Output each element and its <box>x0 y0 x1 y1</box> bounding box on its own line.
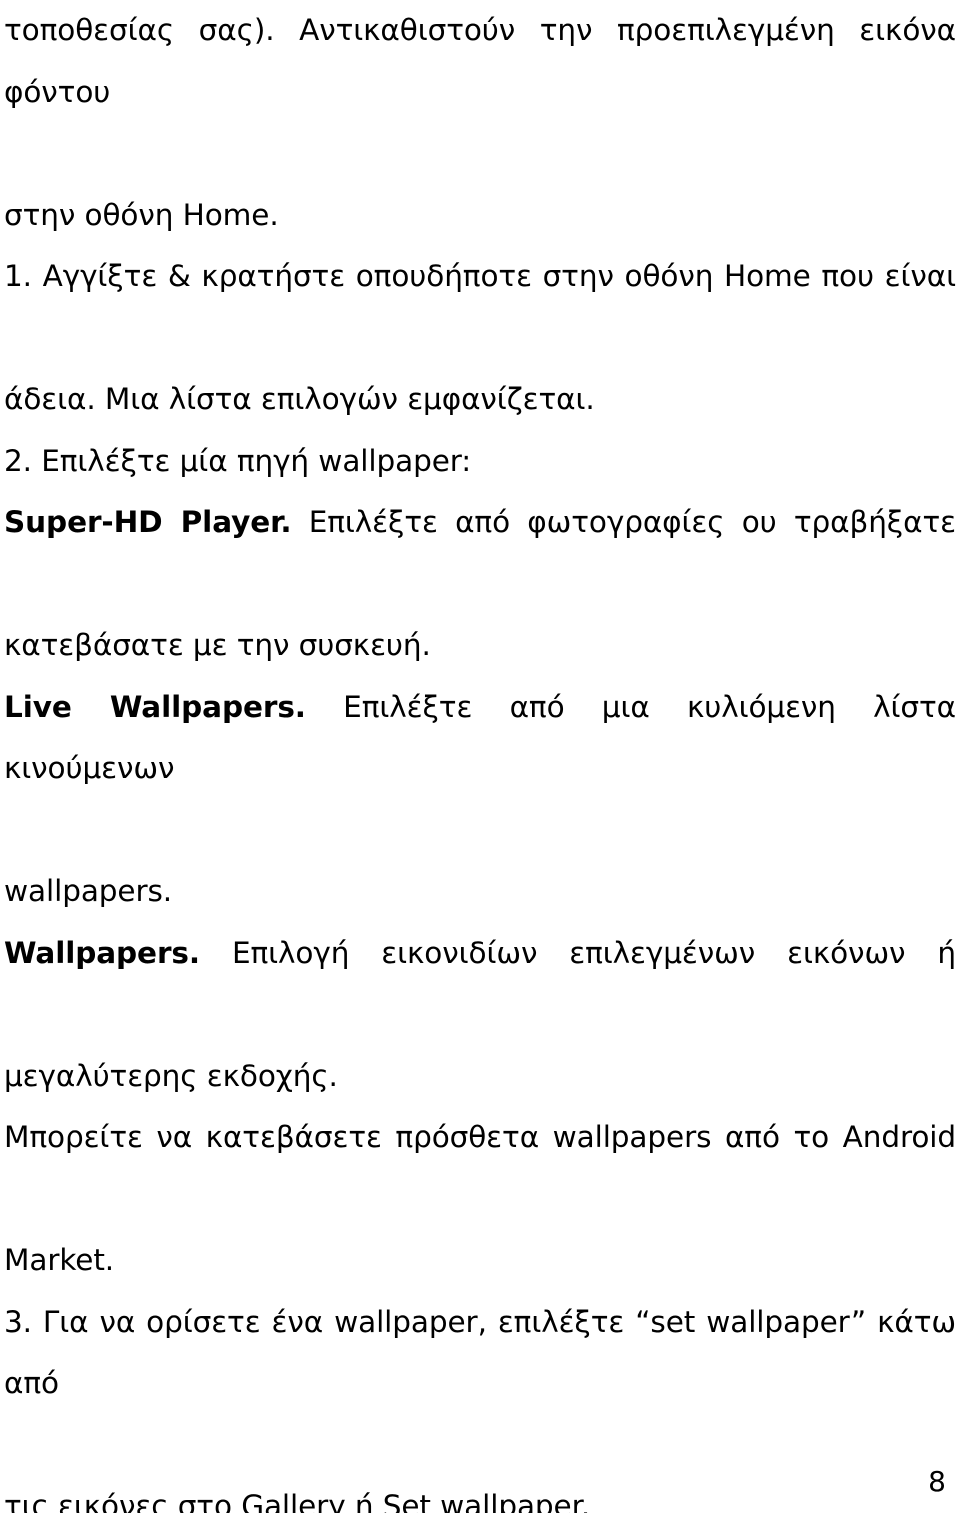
paragraph-intro-line-1: τοποθεσίας σας). Αντικαθιστούν την προεπ… <box>4 13 956 109</box>
step-1-line-2: άδεια. Μια λίστα επιλογών εμφανίζεται. <box>4 382 595 416</box>
paragraph-market-line-1: Μπορείτε να κατεβάσετε πρόσθετα wallpape… <box>4 1120 956 1154</box>
item-superhd-rest: Επιλέξτε από φωτογραφίες ου τραβήξατε <box>291 505 956 539</box>
item-live-wallpapers-line-2: wallpapers. <box>4 874 173 908</box>
paragraph-intro-line-2: στην οθόνη Home. <box>4 197 279 232</box>
paragraph-market-line-2: Market. <box>4 1243 115 1277</box>
page-content: τοποθεσίας σας). Αντικαθιστούν την προεπ… <box>4 0 956 1513</box>
document-page: τοποθεσίας σας). Αντικαθιστούν την προεπ… <box>0 0 960 1513</box>
page-number: 8 <box>928 1465 946 1498</box>
item-superhd-lead: Super-HD Player. <box>4 505 292 539</box>
item-superhd-line-2: κατεβάσατε με την συσκευή. <box>4 628 431 662</box>
step-3-line-2: τις εικόνες στο Gallery ή Set wallpaper. <box>4 1489 591 1513</box>
item-wallpapers-line-1: Wallpapers. Επιλογή εικονιδίων επιλεγμέν… <box>4 923 956 1046</box>
item-wallpapers-lead: Wallpapers. <box>4 935 200 970</box>
item-live-wallpapers-line-1: Live Wallpapers. Επιλέξτε από μια κυλιόμ… <box>4 677 956 862</box>
step-3-line-1: 3. Για να ορίσετε ένα wallpaper, επιλέξτ… <box>4 1304 956 1401</box>
step-2-line-1: 2. Επιλέξτε μία πηγή wallpaper: <box>4 443 472 478</box>
step-1-line-1: 1. Αγγίξτε & κρατήστε οπουδήποτε στην οθ… <box>4 259 956 293</box>
item-live-wallpapers-lead: Live Wallpapers. <box>4 689 306 724</box>
item-wallpapers-rest: Επιλογή εικονιδίων επιλεγμένων εικόνων ή <box>199 935 956 970</box>
item-wallpapers-line-2: μεγαλύτερης εκδοχής. <box>4 1058 338 1093</box>
item-superhd-line-1: Super-HD Player. Επιλέξτε από φωτογραφίε… <box>4 492 956 615</box>
